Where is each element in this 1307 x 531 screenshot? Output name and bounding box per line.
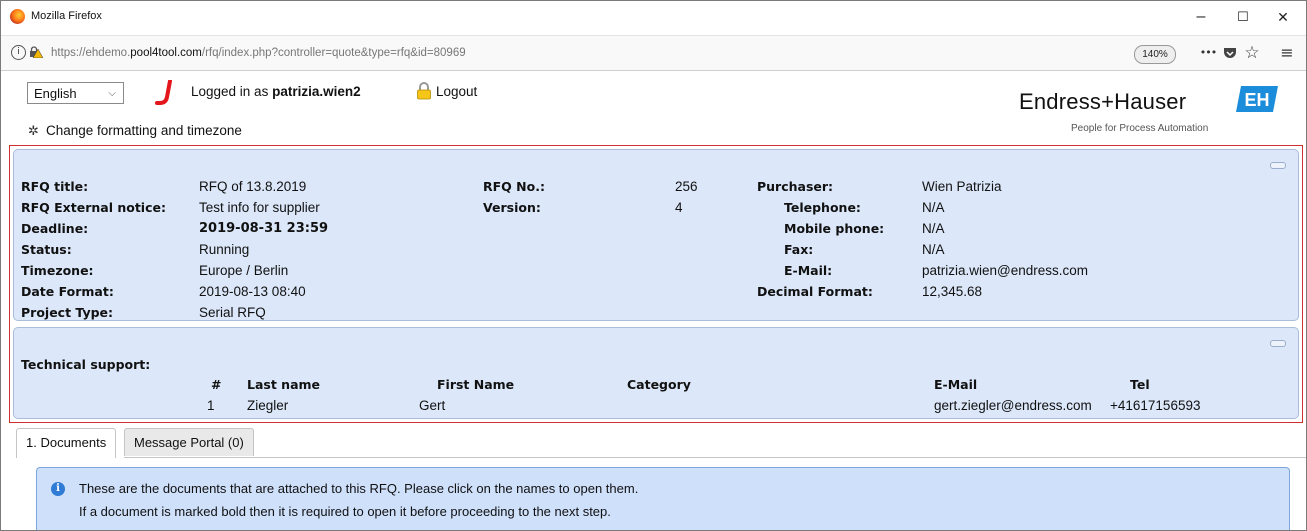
project-type-label: Project Type: <box>21 305 114 320</box>
technical-support-panel: Technical support: # Last name First Nam… <box>13 327 1299 419</box>
project-type-value: Serial RFQ <box>199 305 266 320</box>
padlock-icon <box>417 82 431 100</box>
url-domain: pool4tool.com <box>130 47 202 59</box>
documents-info-box: i These are the documents that are attac… <box>36 467 1290 530</box>
row-tel: +41617156593 <box>1110 398 1201 413</box>
close-button[interactable]: ✕ <box>1263 6 1303 30</box>
row-first-name: Gert <box>419 398 446 413</box>
row-email: gert.ziegler@endress.com <box>934 398 1092 413</box>
status-label: Status: <box>21 242 72 257</box>
username: patrizia.wien2 <box>272 84 361 99</box>
rfq-no-label: RFQ No.: <box>483 179 545 194</box>
rfq-no-value: 256 <box>675 179 698 194</box>
zoom-indicator[interactable]: 140% <box>1134 45 1176 64</box>
rfq-title-label: RFQ title: <box>21 179 89 194</box>
telephone-label: Telephone: <box>784 200 861 215</box>
mobile-phone-label: Mobile phone: <box>784 221 885 236</box>
url-prefix: https://ehdemo. <box>51 47 131 59</box>
deadline-label: Deadline: <box>21 221 89 236</box>
purchaser-label: Purchaser: <box>757 179 834 194</box>
page-content: English ⌵ Logged in as patrizia.wien2 Lo… <box>1 69 1306 530</box>
bookmark-star-icon[interactable]: ☆ <box>1241 43 1263 63</box>
menu-icon[interactable]: ≡ <box>1276 43 1298 63</box>
pocket-icon[interactable] <box>1219 43 1241 63</box>
language-value: English <box>34 86 77 101</box>
rfq-notice-value: Test info for supplier <box>199 200 320 215</box>
page-actions-icon[interactable]: ••• <box>1197 43 1219 63</box>
brand-badge-text: EH <box>1244 90 1269 110</box>
tab-divider <box>124 457 1306 458</box>
tab-bar: 1. Documents Message Portal (0) <box>16 428 1306 458</box>
info-icon: i <box>51 482 65 496</box>
browser-window: Mozilla Firefox – ☐ ✕ i https://ehdemo.p… <box>0 0 1307 531</box>
url-field[interactable]: https://ehdemo.pool4tool.com/rfq/index.p… <box>51 47 466 59</box>
col-header-last-name: Last name <box>247 377 321 392</box>
timezone-value: Europe / Berlin <box>199 263 289 278</box>
purchaser-value: Wien Patrizia <box>922 179 1002 194</box>
brand-name: Endress+Hauser <box>1019 89 1187 114</box>
date-format-label: Date Format: <box>21 284 114 299</box>
decimal-format-label: Decimal Format: <box>757 284 873 299</box>
col-header-number: # <box>211 377 222 392</box>
insecure-lock-icon[interactable] <box>29 46 43 58</box>
change-formatting-link[interactable]: Change formatting and timezone <box>46 123 242 138</box>
mobile-phone-value: N/A <box>922 221 945 236</box>
company-j-logo-icon <box>155 80 172 105</box>
login-status: Logged in as patrizia.wien2 <box>191 84 361 99</box>
row-last-name: Ziegler <box>247 398 289 413</box>
timezone-label: Timezone: <box>21 263 94 278</box>
minimize-button[interactable]: – <box>1181 6 1221 30</box>
version-value: 4 <box>675 200 683 215</box>
url-bar: i https://ehdemo.pool4tool.com/rfq/index… <box>1 35 1306 71</box>
email-label: E-Mail: <box>784 263 833 278</box>
documents-info-line-1: These are the documents that are attache… <box>79 481 639 496</box>
telephone-value: N/A <box>922 200 945 215</box>
col-header-first-name: First Name <box>437 377 515 392</box>
title-bar: Mozilla Firefox – ☐ ✕ <box>1 1 1306 35</box>
window-title: Mozilla Firefox <box>31 10 102 22</box>
rfq-title-value: RFQ of 13.8.2019 <box>199 179 307 194</box>
deadline-value: 2019-08-31 23:59 <box>199 221 329 236</box>
tab-documents[interactable]: 1. Documents <box>16 428 117 458</box>
rfq-details-panel: RFQ title: RFQ of 13.8.2019 RFQ External… <box>13 149 1299 321</box>
technical-support-title: Technical support: <box>21 357 151 372</box>
version-label: Version: <box>483 200 541 215</box>
row-number: 1 <box>207 398 215 413</box>
col-header-tel: Tel <box>1130 377 1150 392</box>
settings-tools-icon[interactable]: ✲ <box>28 124 39 139</box>
documents-info-line-2: If a document is marked bold then it is … <box>79 504 611 519</box>
status-value: Running <box>199 242 250 257</box>
decimal-format-value: 12,345.68 <box>922 284 983 299</box>
login-prefix: Logged in as <box>191 84 273 99</box>
logout-link[interactable]: Logout <box>436 84 477 99</box>
collapse-support-button[interactable] <box>1270 340 1286 347</box>
email-value: patrizia.wien@endress.com <box>922 263 1089 278</box>
url-path: /rfq/index.php?controller=quote&type=rfq… <box>201 47 466 59</box>
firefox-logo-icon <box>10 9 25 24</box>
fax-label: Fax: <box>784 242 814 257</box>
collapse-details-button[interactable] <box>1270 162 1286 169</box>
col-header-email: E-Mail <box>934 377 978 392</box>
chevron-down-icon: ⌵ <box>108 88 116 99</box>
maximize-button[interactable]: ☐ <box>1223 6 1263 30</box>
date-format-value: 2019-08-13 08:40 <box>199 284 306 299</box>
fax-value: N/A <box>922 242 945 257</box>
endress-hauser-logo-icon: EH <box>1236 86 1278 112</box>
brand-tagline: People for Process Automation <box>1071 123 1209 134</box>
tab-message-portal[interactable]: Message Portal (0) <box>124 428 254 456</box>
rfq-notice-label: RFQ External notice: <box>21 200 166 215</box>
col-header-category: Category <box>627 377 691 392</box>
language-select[interactable]: English ⌵ <box>27 82 124 104</box>
site-info-icon[interactable]: i <box>11 45 26 60</box>
